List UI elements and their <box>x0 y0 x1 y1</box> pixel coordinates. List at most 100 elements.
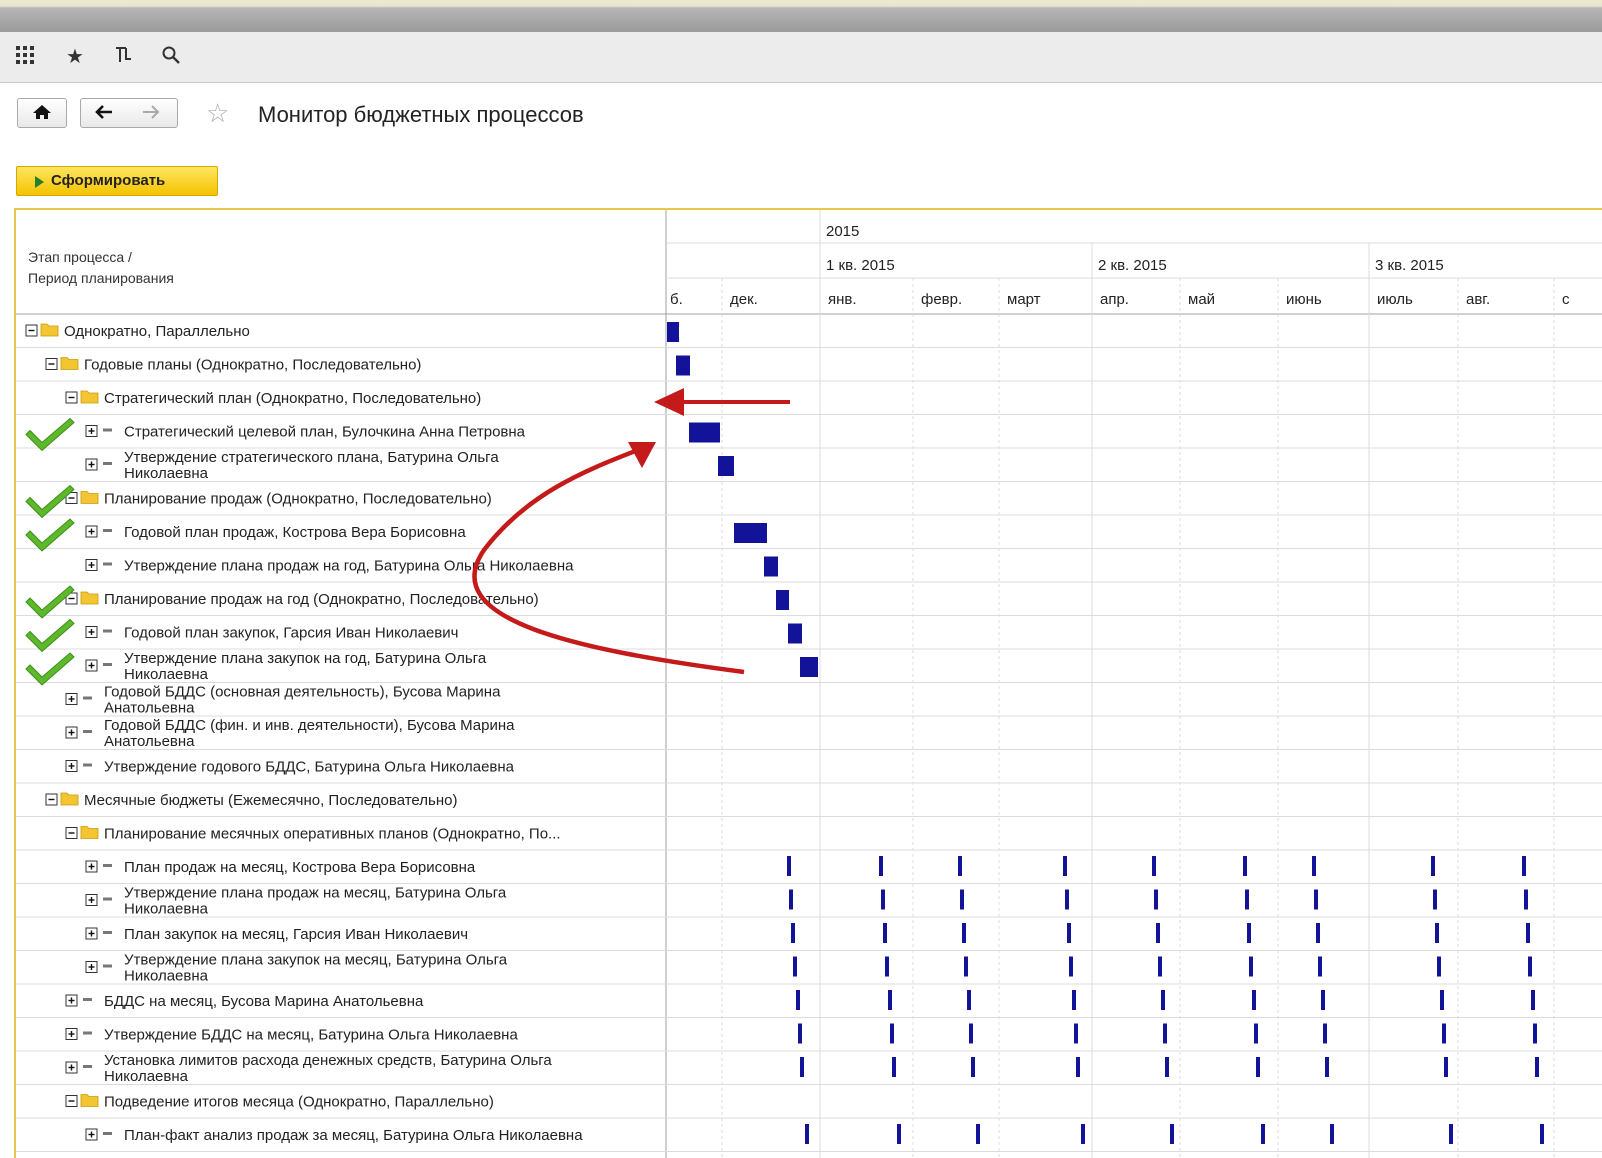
play-icon <box>35 176 44 188</box>
folder-icon <box>40 323 59 337</box>
expand-toggle-icon <box>85 927 98 940</box>
group-row-label: Стратегический план (Однократно, Последо… <box>104 390 481 407</box>
task-icon <box>83 730 92 733</box>
monthly-gantt-bar <box>1449 1124 1453 1144</box>
folder-icon <box>80 826 99 839</box>
task-icon <box>103 964 112 968</box>
task-row-label: Утверждение плана продаж на месяц, Батур… <box>124 885 507 902</box>
gantt-bar <box>667 322 679 342</box>
month-label: март <box>1007 291 1041 308</box>
expand-toggle-icon <box>85 559 98 571</box>
monthly-gantt-bar <box>1540 1124 1544 1144</box>
folder-icon <box>80 491 99 504</box>
month-label: апр. <box>1100 291 1129 308</box>
quarter-label: 2 кв. 2015 <box>1098 257 1167 274</box>
quarter-label: 3 кв. 2015 <box>1375 257 1444 274</box>
forward-button[interactable] <box>136 102 166 127</box>
monthly-gantt-bar <box>1165 1057 1169 1077</box>
generate-report-button[interactable]: Сформировать <box>16 166 218 196</box>
task-row-label-continued: Николаевна <box>124 465 209 482</box>
monthly-gantt-bar <box>1254 1023 1258 1044</box>
folder-icon <box>80 390 99 404</box>
monthly-gantt-bar <box>890 1023 894 1044</box>
task-row-label: План-факт анализ продаж за месяц, Батури… <box>124 1127 583 1144</box>
monthly-gantt-bar <box>1528 956 1532 977</box>
task-row-label: Утверждение плана продаж на год, Батурин… <box>124 558 574 575</box>
expand-toggle-icon <box>65 693 78 705</box>
task-icon <box>83 1065 92 1068</box>
monthly-gantt-bar <box>1524 889 1528 910</box>
monthly-gantt-bar <box>1325 1057 1329 1077</box>
expand-toggle-icon <box>85 525 98 538</box>
task-row-label: Утверждение БДДС на месяц, Батурина Ольг… <box>104 1027 518 1044</box>
monthly-gantt-bar <box>1247 923 1251 943</box>
monthly-gantt-bar <box>1074 1023 1078 1044</box>
app-window: ★ ☆ Монитор бюджетных процессов Сформиро… <box>0 0 1602 1158</box>
apps-grid-icon[interactable] <box>12 44 38 70</box>
gantt-bar <box>689 422 720 443</box>
monthly-gantt-bar <box>1261 1124 1265 1144</box>
history-icon[interactable] <box>110 44 136 70</box>
favorites-star-icon[interactable]: ★ <box>62 44 88 70</box>
monthly-gantt-bar <box>892 1057 896 1077</box>
monthly-gantt-bar <box>1243 856 1247 876</box>
month-label: янв. <box>828 291 857 308</box>
monthly-gantt-bar <box>1330 1124 1334 1144</box>
task-row-label-continued: Николаевна <box>124 968 209 985</box>
monthly-gantt-bar <box>1321 990 1325 1010</box>
month-label: май <box>1188 291 1215 308</box>
monthly-gantt-bar <box>976 1124 980 1144</box>
monthly-gantt-bar <box>787 856 791 876</box>
task-row-label: БДДС на месяц, Бусова Марина Анатольевна <box>104 993 424 1010</box>
expand-toggle-icon <box>65 760 78 772</box>
page-title: Монитор бюджетных процессов <box>258 102 584 127</box>
gantt-bar <box>788 623 802 644</box>
group-row-label: Однократно, Параллельно <box>64 323 250 340</box>
task-row-label: Утверждение плана закупок на год, Батури… <box>124 650 487 667</box>
task-icon <box>103 562 112 566</box>
expand-toggle-icon <box>85 1128 98 1141</box>
task-icon <box>103 663 112 666</box>
add-to-favorites-icon[interactable]: ☆ <box>206 100 229 126</box>
monthly-gantt-bar <box>1444 1057 1448 1077</box>
collapse-toggle-icon <box>25 324 38 337</box>
gantt-bar <box>734 523 767 543</box>
monthly-gantt-bar <box>964 956 968 977</box>
monthly-gantt-bar <box>897 1124 901 1144</box>
monthly-gantt-bar <box>1076 1057 1080 1077</box>
folder-icon <box>60 792 79 806</box>
home-button[interactable] <box>17 98 67 128</box>
folder-icon <box>80 1094 99 1107</box>
monthly-gantt-bar <box>1065 889 1069 910</box>
gantt-chart: Этап процесса / Период планирования 2015 1 … <box>16 210 1602 1158</box>
monthly-gantt-bar <box>1431 856 1435 876</box>
monthly-gantt-bar <box>796 990 800 1010</box>
year-label: 2015 <box>826 223 859 240</box>
monthly-gantt-bar <box>881 889 885 910</box>
task-icon <box>103 864 112 867</box>
group-row-label: Годовые планы (Однократно, Последователь… <box>84 357 421 374</box>
task-row-label: Установка лимитов расхода денежных средс… <box>104 1052 552 1069</box>
monthly-gantt-bar <box>1069 956 1073 977</box>
task-row-label: Годовой план продаж, Кострова Вера Борис… <box>124 524 466 541</box>
monthly-gantt-bar <box>1063 856 1067 876</box>
expand-toggle-icon <box>65 1061 78 1074</box>
task-icon <box>103 529 112 532</box>
task-row-label: Утверждение стратегического плана, Батур… <box>124 449 499 466</box>
search-icon[interactable] <box>158 44 184 70</box>
expand-toggle-icon <box>85 425 98 437</box>
monthly-gantt-bar <box>962 923 966 943</box>
monthly-gantt-bar <box>800 1057 804 1077</box>
report-area: Этап процесса / Период планирования 2015 1 … <box>14 208 1602 1158</box>
quarter-label: 1 кв. 2015 <box>826 257 895 274</box>
task-row-label-continued: Николаевна <box>124 901 209 918</box>
expand-toggle-icon <box>85 659 98 672</box>
month-label: дек. <box>730 291 758 308</box>
month-label: июль <box>1377 291 1413 308</box>
collapse-toggle-icon <box>45 358 58 370</box>
header-period-label: Период планирования <box>28 270 174 286</box>
back-button[interactable] <box>89 102 119 127</box>
expand-toggle-icon <box>65 1028 78 1040</box>
monthly-gantt-bar <box>798 1023 802 1044</box>
task-row-label-continued: Николаевна <box>124 666 209 683</box>
